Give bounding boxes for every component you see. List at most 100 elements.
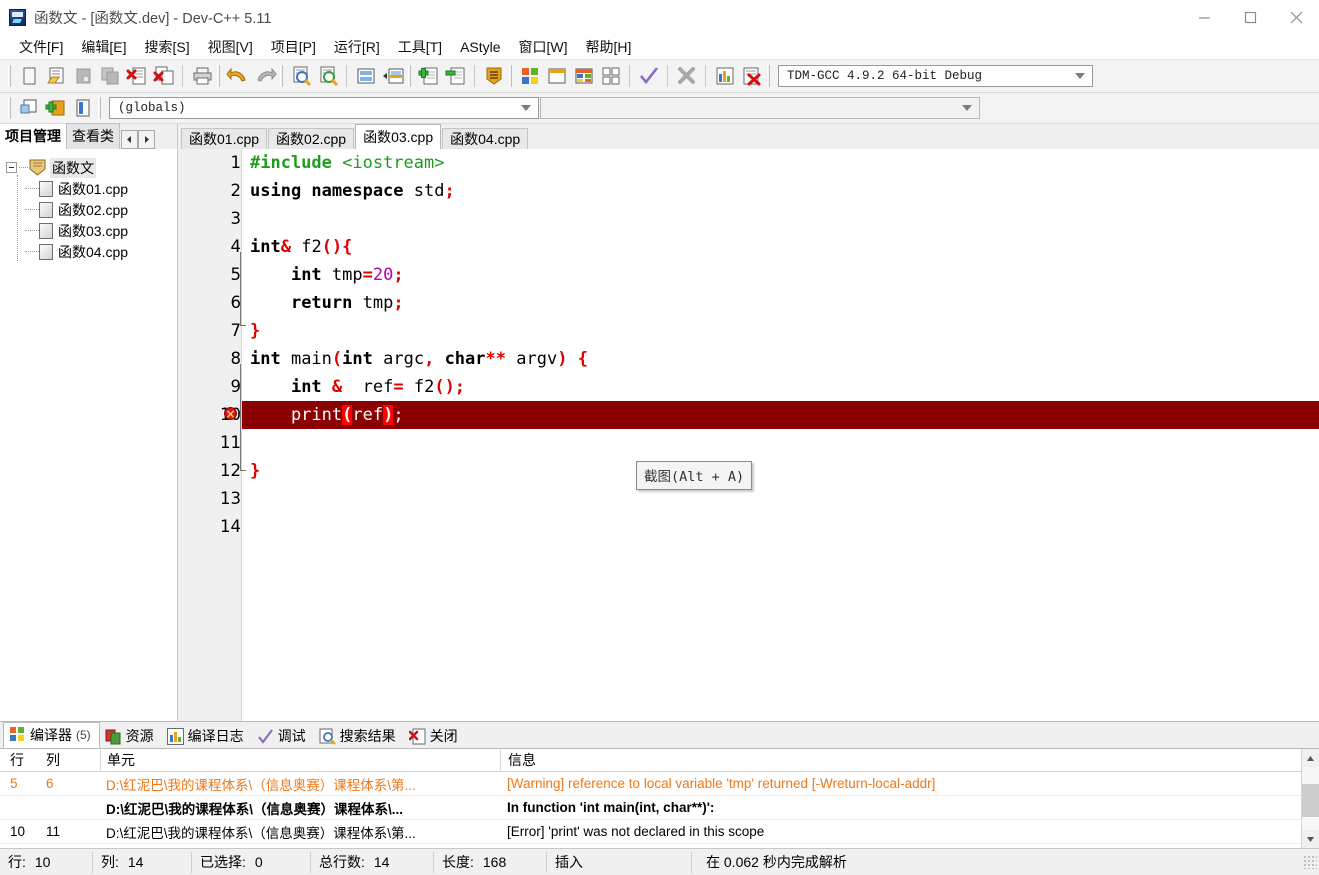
replace-icon[interactable] — [314, 63, 341, 89]
table-row[interactable]: D:\红泥巴\我的课程体系\（信息奥赛）课程体系\... In function… — [0, 796, 1319, 820]
close-file-icon[interactable] — [123, 63, 150, 89]
table-row[interactable]: 10 11 D:\红泥巴\我的课程体系\（信息奥赛）课程体系\第... [Err… — [0, 820, 1319, 844]
tab-scroll-right-icon[interactable] — [138, 130, 155, 149]
maximize-icon[interactable] — [1227, 0, 1273, 34]
resize-grip-icon[interactable] — [1303, 855, 1317, 869]
print-icon[interactable] — [188, 63, 215, 89]
compile-icon[interactable] — [516, 63, 543, 89]
compile-run-icon[interactable] — [570, 63, 597, 89]
toolbar-grip-5[interactable] — [509, 65, 512, 87]
tree-item-file-3[interactable]: 函数03.cpp — [6, 220, 177, 241]
menu-astyle[interactable]: AStyle — [451, 37, 509, 57]
editor-tab-2[interactable]: 函数02.cpp — [268, 128, 355, 149]
toolbar2-grip-2[interactable] — [98, 97, 101, 119]
goto-function-icon[interactable] — [379, 63, 406, 89]
new-file-icon[interactable] — [15, 63, 42, 89]
menu-help[interactable]: 帮助[H] — [577, 35, 641, 59]
menu-search[interactable]: 搜索[S] — [135, 35, 198, 59]
table-row[interactable]: 5 6 D:\红泥巴\我的课程体系\（信息奥赛）课程体系\第... [Warni… — [0, 772, 1319, 796]
minimize-icon[interactable] — [1181, 0, 1227, 34]
remove-bookmark-icon[interactable] — [442, 63, 469, 89]
goto-line-icon[interactable] — [352, 63, 379, 89]
chevron-down-icon — [962, 105, 972, 111]
new-project-icon[interactable] — [15, 95, 42, 121]
menu-window[interactable]: 窗口[W] — [510, 35, 577, 59]
scope-combo-value: (globals) — [118, 101, 186, 115]
stop-execution-icon[interactable] — [673, 63, 700, 89]
menu-edit[interactable]: 编辑[E] — [72, 35, 135, 59]
close-icon[interactable] — [1273, 0, 1319, 34]
menu-run[interactable]: 运行[R] — [325, 35, 389, 59]
editor-tab-3-active[interactable]: 函数03.cpp — [355, 124, 442, 149]
syntax-check-icon[interactable] — [635, 63, 662, 89]
menu-view[interactable]: 视图[V] — [199, 35, 262, 59]
column-header-line: 行 — [10, 752, 24, 768]
status-column: 列: 14 — [93, 851, 192, 873]
message-scrollbar[interactable] — [1301, 749, 1319, 848]
toolbar-separator — [182, 65, 183, 87]
code-text[interactable]: #include <iostream> using namespace std;… — [242, 149, 1319, 721]
save-all-icon[interactable] — [96, 63, 123, 89]
status-line: 行: 10 — [0, 851, 93, 873]
toolbar-grip[interactable] — [8, 65, 11, 87]
toolbar-grip-4[interactable] — [408, 65, 411, 87]
add-bookmark-icon[interactable] — [415, 63, 442, 89]
toolbar-separator-5 — [667, 65, 668, 87]
tab-close-panel[interactable]: 关闭 — [404, 725, 466, 748]
status-total-lines: 总行数: 14 — [311, 851, 434, 873]
open-file-icon[interactable] — [42, 63, 69, 89]
redo-icon[interactable] — [251, 63, 278, 89]
tree-item-file-1[interactable]: 函数01.cpp — [6, 178, 177, 199]
source-file-icon — [39, 201, 53, 218]
line-number: 9 — [230, 377, 242, 396]
toolbar-grip-3[interactable] — [280, 65, 283, 87]
toolbar2-grip[interactable] — [8, 97, 11, 119]
code-line-2: using namespace std; — [250, 181, 455, 201]
tree-item-file-2[interactable]: 函数02.cpp — [6, 199, 177, 220]
tab-class-browser[interactable]: 查看类 — [66, 123, 120, 149]
goto-bookmark-icon[interactable] — [480, 63, 507, 89]
tab-search-results[interactable]: 搜索结果 — [314, 725, 404, 748]
secondary-combo[interactable] — [540, 97, 980, 119]
scope-combo[interactable]: (globals) — [109, 97, 539, 119]
tab-compiler[interactable]: 编译器 (5) — [3, 722, 100, 748]
scrollbar-thumb[interactable] — [1302, 784, 1319, 817]
compiler-set-combo[interactable]: TDM-GCC 4.9.2 64-bit Debug — [778, 65, 1093, 87]
status-line-value: 10 — [34, 854, 51, 870]
tree-item-label: 函数04.cpp — [58, 243, 129, 260]
tab-compiler-count: (5) — [76, 727, 91, 742]
editor-tab-4[interactable]: 函数04.cpp — [442, 128, 529, 149]
tab-compile-log[interactable]: 编译日志 — [162, 725, 252, 748]
tab-debug[interactable]: 调试 — [252, 725, 314, 748]
tab-resource[interactable]: 资源 — [100, 725, 162, 748]
toolbar-grip-2[interactable] — [217, 65, 220, 87]
cell-line: 5 — [10, 776, 18, 791]
save-file-icon[interactable] — [69, 63, 96, 89]
debug-icon[interactable] — [738, 63, 765, 89]
scroll-up-icon[interactable] — [1302, 749, 1319, 767]
find-icon[interactable] — [287, 63, 314, 89]
menu-file[interactable]: 文件[F] — [10, 35, 72, 59]
toolbar-grip-6[interactable] — [767, 65, 770, 87]
add-to-project-icon[interactable] — [42, 95, 69, 121]
profile-icon[interactable] — [711, 63, 738, 89]
tab-project-manager[interactable]: 项目管理 — [0, 124, 66, 149]
tab-scroll-left-icon[interactable] — [121, 130, 138, 149]
window-title: 函数文 - [函数文.dev] - Dev-C++ 5.11 — [34, 10, 272, 27]
scroll-down-icon[interactable] — [1302, 830, 1319, 848]
run-icon[interactable] — [543, 63, 570, 89]
rebuild-all-icon[interactable] — [597, 63, 624, 89]
editor-tab-1[interactable]: 函数01.cpp — [181, 128, 268, 149]
collapse-icon[interactable] — [6, 162, 17, 173]
close-all-icon[interactable] — [150, 63, 177, 89]
tree-root-node[interactable]: 函数文 — [6, 157, 177, 178]
undo-icon[interactable] — [224, 63, 251, 89]
code-line-12: } — [250, 461, 261, 481]
menu-tools[interactable]: 工具[T] — [389, 35, 451, 59]
cell-unit: D:\红泥巴\我的课程体系\（信息奥赛）课程体系\... — [106, 801, 403, 817]
tree-item-file-4[interactable]: 函数04.cpp — [6, 241, 177, 262]
code-editor[interactable]: 1 2 3 4 5 6 7 8 9 10 11 12 13 14 — [178, 149, 1319, 721]
table-row[interactable]: 11 1 D:\红泥巴\我的课程体系\（信息奥赛）课程体系\第... [Erro… — [0, 844, 1319, 848]
menu-project[interactable]: 项目[P] — [262, 35, 325, 59]
remove-from-project-icon[interactable] — [69, 95, 96, 121]
